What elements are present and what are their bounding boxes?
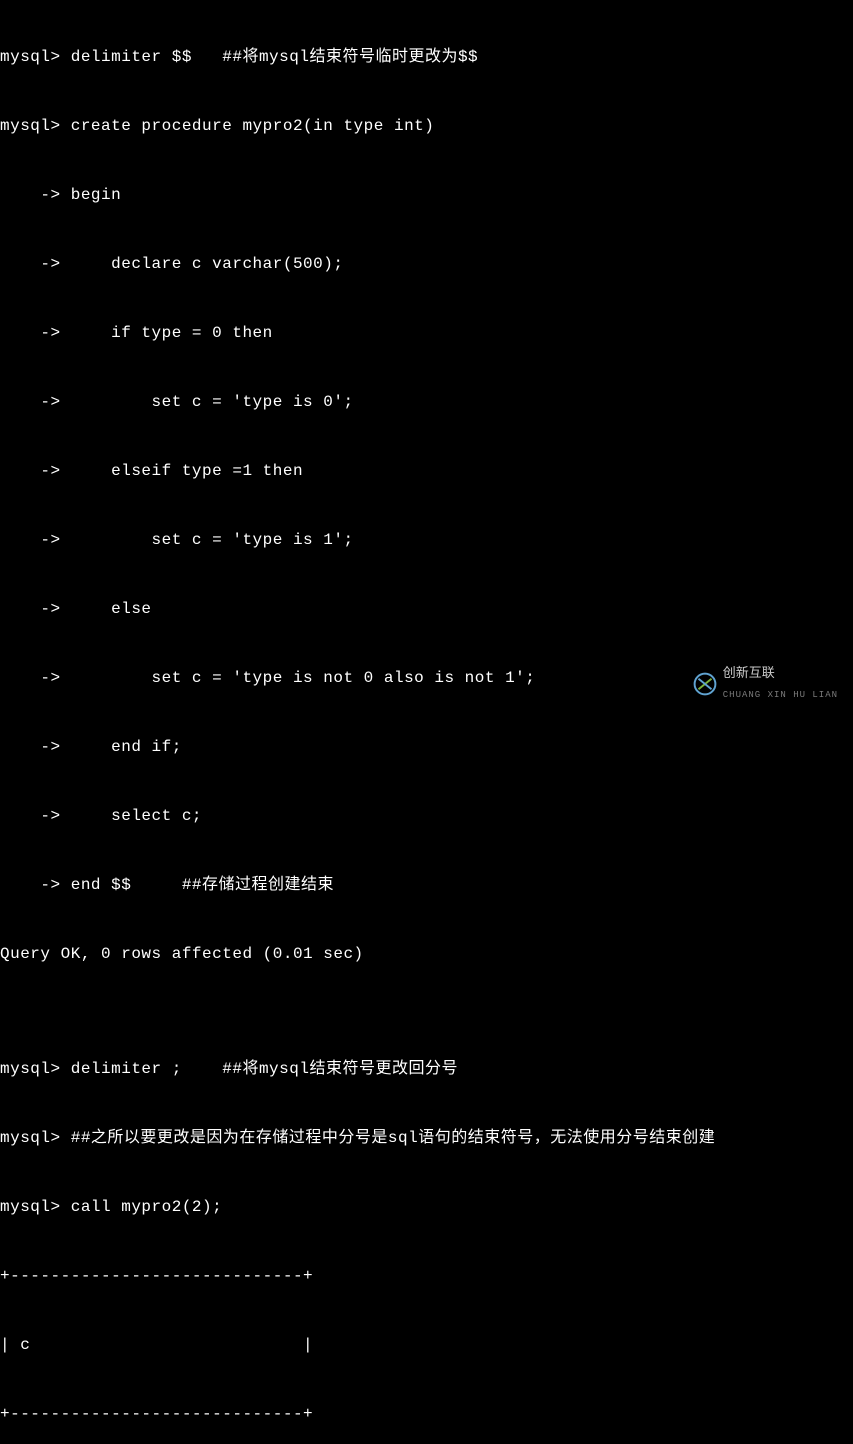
terminal-line: -> declare c varchar(500); [0, 253, 853, 276]
terminal-line: mysql> call mypro2(2); [0, 1196, 853, 1219]
terminal-line: mysql> delimiter ; ##将mysql结束符号更改回分号 [0, 1058, 853, 1081]
terminal-line: -> set c = 'type is 1'; [0, 529, 853, 552]
terminal-line: -> if type = 0 then [0, 322, 853, 345]
watermark-brand: 创新互联 [723, 661, 838, 684]
terminal-line: -> else [0, 598, 853, 621]
terminal-line: +-----------------------------+ [0, 1403, 853, 1426]
terminal-line: -> select c; [0, 805, 853, 828]
terminal-line: Query OK, 0 rows affected (0.01 sec) [0, 943, 853, 966]
terminal-line: -> begin [0, 184, 853, 207]
terminal-line: +-----------------------------+ [0, 1265, 853, 1288]
terminal-line: mysql> delimiter $$ ##将mysql结束符号临时更改为$$ [0, 46, 853, 69]
watermark-sub: CHUANG XIN HU LIAN [723, 684, 838, 707]
terminal-line: -> set c = 'type is 0'; [0, 391, 853, 414]
watermark: 创新互联 CHUANG XIN HU LIAN [692, 661, 838, 707]
watermark-text-block: 创新互联 CHUANG XIN HU LIAN [723, 661, 838, 707]
terminal-line: -> elseif type =1 then [0, 460, 853, 483]
terminal-line: -> end $$ ##存储过程创建结束 [0, 874, 853, 897]
terminal-line: | c | [0, 1334, 853, 1357]
terminal-line: mysql> create procedure mypro2(in type i… [0, 115, 853, 138]
terminal-output: mysql> delimiter $$ ##将mysql结束符号临时更改为$$ … [0, 0, 853, 1444]
watermark-logo-icon [692, 671, 718, 697]
terminal-line: mysql> ##之所以要更改是因为在存储过程中分号是sql语句的结束符号，无法… [0, 1127, 853, 1150]
terminal-line: -> end if; [0, 736, 853, 759]
